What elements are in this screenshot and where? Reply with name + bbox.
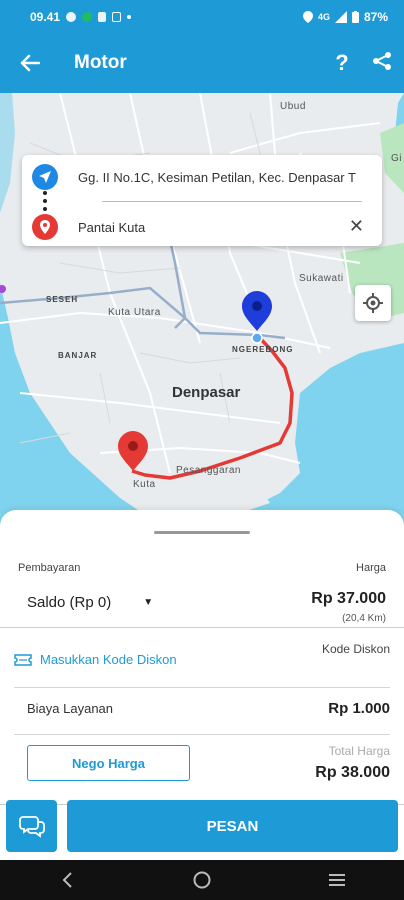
map-label-kuta: Kuta [133, 479, 156, 490]
page-title: Motor [74, 52, 127, 73]
payment-label: Pembayaran [18, 562, 81, 574]
back-button[interactable] [0, 33, 60, 93]
sheet-drag-handle[interactable] [154, 531, 250, 534]
row-divider [14, 687, 390, 688]
signal-icon [334, 10, 347, 23]
total-price-value: Rp 38.000 [315, 764, 390, 781]
location-pin-icon [32, 214, 58, 240]
chat-bubbles-icon [18, 816, 45, 838]
navigation-arrow-icon [32, 164, 58, 190]
total-price-label: Total Harga [328, 744, 390, 758]
enter-discount-code-link[interactable]: Masukkan Kode Diskon [14, 652, 177, 667]
location-status-icon [302, 10, 313, 23]
battery-level: 87% [363, 9, 388, 24]
status-time: 09.41 [30, 9, 61, 24]
whatsapp-icon [66, 11, 77, 22]
address-card: Gg. II No.1C, Kesiman Petilan, Kec. Denp… [22, 155, 382, 246]
discount-code-label: Kode Diskon [321, 642, 390, 656]
service-fee-label: Biaya Layanan [27, 701, 114, 716]
recents-icon [328, 874, 345, 886]
pickup-address: Gg. II No.1C, Kesiman Petilan, Kec. Denp… [78, 169, 356, 185]
system-nav-bar [0, 860, 404, 900]
map-label-pesanggaran: Pesanggaran [176, 465, 241, 476]
help-button[interactable]: ? [330, 50, 354, 76]
map-label-kuta-utara: Kuta Utara [108, 307, 161, 318]
more-notifications-icon [127, 14, 132, 19]
map-label-banjar: BANJAR [58, 351, 98, 360]
pickup-marker-icon[interactable] [242, 291, 272, 331]
destination-address: Pantai Kuta [78, 219, 146, 235]
nav-back-button[interactable] [47, 860, 87, 900]
destination-address-row[interactable]: Pantai Kuta [22, 205, 382, 249]
share-icon [373, 51, 391, 70]
map-label-gi: Gi [391, 153, 402, 164]
map-label-denpasar: Denpasar [172, 384, 241, 401]
chat-button[interactable] [6, 800, 57, 852]
crosshair-icon [363, 293, 383, 313]
chevron-left-icon [62, 872, 73, 888]
order-sheet: Pembayaran Harga Saldo (Rp 0) ▼ Rp 37.00… [0, 510, 404, 868]
map-label-ngerebong: NGEREBONG [232, 345, 294, 354]
share-button[interactable] [372, 51, 392, 76]
nav-recents-button[interactable] [317, 860, 357, 900]
app-notification-icon [112, 11, 122, 22]
price-detail-panel: Kode Diskon Masukkan Kode Diskon Biaya L… [0, 627, 404, 805]
status-bar: 09.41 4G 87% [0, 0, 404, 33]
map-sea-northwest [0, 93, 15, 213]
negotiate-price-button[interactable]: Nego Harga [27, 745, 190, 781]
address-divider [102, 201, 362, 202]
enter-discount-code-text: Masukkan Kode Diskon [40, 652, 177, 667]
distance-value: (20,4 Km) [342, 613, 386, 624]
map-place-pin [0, 285, 6, 293]
coupon-icon [14, 653, 32, 666]
map-label-sukawati: Sukawati [299, 273, 344, 284]
pickup-dot [251, 332, 263, 344]
row-divider [14, 734, 390, 735]
price-label: Harga [356, 562, 386, 574]
destination-marker-icon[interactable] [118, 431, 148, 471]
payment-method-value: Saldo (Rp 0) [27, 594, 112, 611]
pickup-address-row[interactable]: Gg. II No.1C, Kesiman Petilan, Kec. Denp… [22, 155, 382, 199]
battery-icon [351, 10, 359, 23]
network-type: 4G [317, 11, 330, 22]
payment-method-select[interactable]: Saldo (Rp 0) ▼ [27, 594, 153, 611]
nav-home-button[interactable] [182, 860, 222, 900]
order-button[interactable]: PESAN [67, 800, 398, 852]
map-label-seseh: SESEH [46, 295, 79, 304]
tiktok-icon [98, 11, 107, 22]
my-location-button[interactable] [355, 285, 391, 321]
arrow-left-icon [20, 54, 40, 72]
service-fee-value: Rp 1.000 [328, 700, 390, 717]
caret-down-icon: ▼ [143, 597, 154, 608]
app-bar: Motor ? [0, 33, 404, 93]
clear-destination-button[interactable]: ✕ [349, 217, 364, 235]
spotify-icon [82, 11, 93, 22]
home-circle-icon [193, 871, 211, 889]
map-label-ubud: Ubud [280, 101, 306, 112]
price-value: Rp 37.000 [311, 590, 386, 607]
